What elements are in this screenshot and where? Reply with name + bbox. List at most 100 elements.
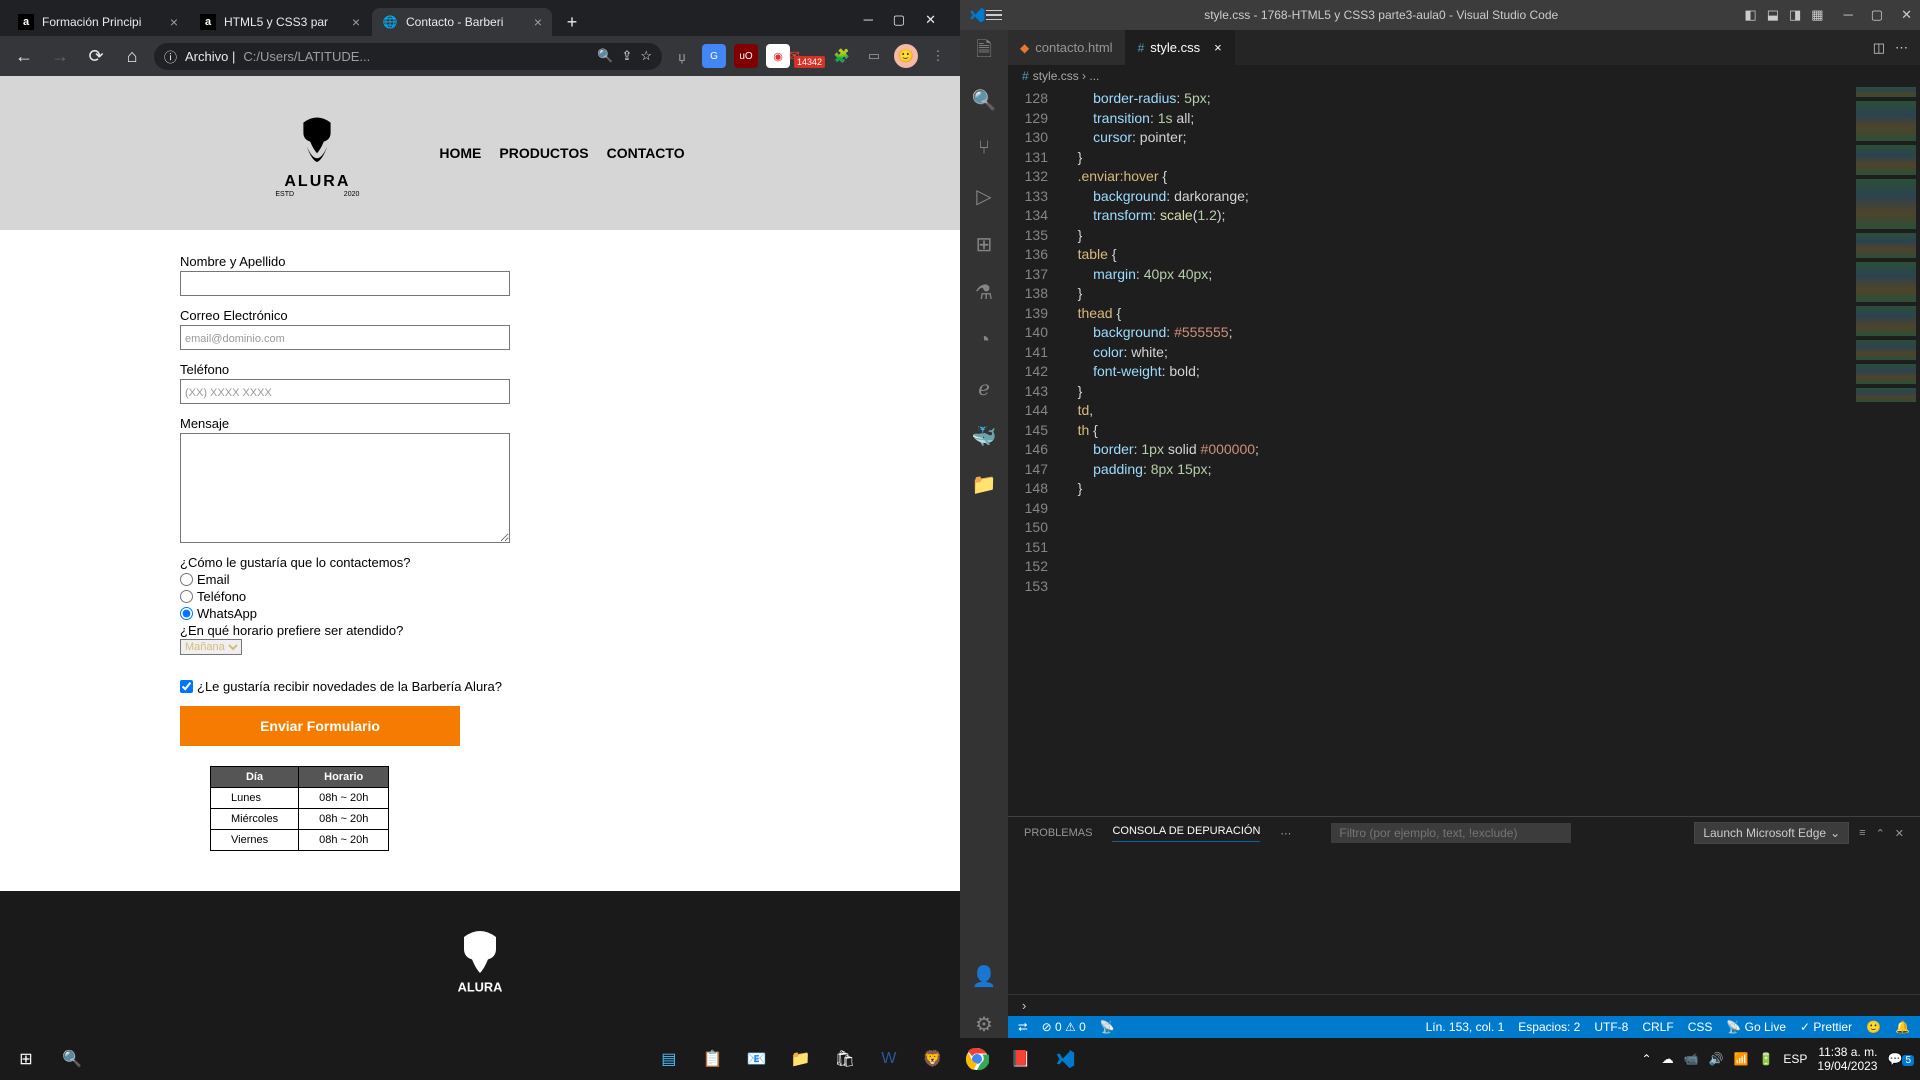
close-icon[interactable]: × <box>534 14 542 30</box>
puzzle-icon[interactable]: 🧩 <box>830 44 854 68</box>
store-icon[interactable]: 🛍 <box>825 1039 865 1079</box>
email-input[interactable] <box>180 325 510 350</box>
address-bar[interactable]: ⓘ Archivo | C:/Users/LATITUDE... 🔍 ⇪ ☆ <box>154 43 662 70</box>
taskbar-app-icon[interactable]: 📋 <box>693 1039 733 1079</box>
collapse-icon[interactable]: ⌃ <box>1876 827 1885 840</box>
nav-contacto[interactable]: CONTACTO <box>607 145 685 161</box>
language-indicator[interactable]: ESP <box>1783 1052 1807 1066</box>
status-errors[interactable]: ⊘ 0 ⚠ 0 <box>1042 1020 1086 1034</box>
tray-chevron-icon[interactable]: ⌃ <box>1642 1052 1652 1066</box>
radio-tower-icon[interactable]: 📡 <box>1100 1020 1115 1034</box>
schedule-select[interactable]: Mañana <box>180 639 242 655</box>
reading-list-icon[interactable]: ▭ <box>862 44 886 68</box>
browser-tab-1[interactable]: a Formación Principi × <box>8 8 188 36</box>
chevron-right-icon[interactable]: › <box>1022 998 1026 1013</box>
tab-consola[interactable]: CONSOLA DE DEPURACIÓN <box>1112 825 1260 842</box>
close-tab-icon[interactable]: × <box>1214 40 1222 55</box>
test-icon[interactable]: ⚗ <box>970 278 998 306</box>
more-icon[interactable]: ⋯ <box>1280 827 1291 840</box>
source-control-icon[interactable]: ⑂ <box>970 134 998 162</box>
radio-email[interactable] <box>180 573 193 586</box>
back-button[interactable]: ← <box>10 42 38 70</box>
translate-ext-icon[interactable]: G <box>702 44 726 68</box>
minimize-icon[interactable]: ─ <box>864 12 873 28</box>
settings-gear-icon[interactable]: ⚙ <box>970 1010 998 1038</box>
clear-icon[interactable]: ≡ <box>1859 827 1865 839</box>
extension-icon[interactable]: ◉ <box>766 44 790 68</box>
file-explorer-icon[interactable]: 📁 <box>781 1039 821 1079</box>
bell-icon[interactable]: 🔔 <box>1895 1020 1910 1034</box>
editor-tab-style-active[interactable]: # style.css × <box>1126 30 1235 65</box>
word-icon[interactable]: W <box>869 1039 909 1079</box>
new-tab-button[interactable]: + <box>558 8 586 36</box>
liveshare-icon[interactable]: ◔ <box>970 326 998 354</box>
close-panel-icon[interactable]: ✕ <box>1895 827 1904 840</box>
prettier-status[interactable]: ✓ Prettier <box>1800 1020 1852 1034</box>
panel-left-icon[interactable]: ◧ <box>1744 7 1756 23</box>
search-in-page-icon[interactable]: 🔍 <box>597 48 613 64</box>
close-window-icon[interactable]: ✕ <box>925 12 936 28</box>
close-icon[interactable]: ✕ <box>1901 7 1912 23</box>
acrobat-icon[interactable]: 📕 <box>1001 1039 1041 1079</box>
panel-right-icon[interactable]: ◨ <box>1789 7 1801 23</box>
run-debug-icon[interactable]: ▷ <box>970 182 998 210</box>
reload-button[interactable]: ⟳ <box>82 42 110 70</box>
extension-icon[interactable]: џ <box>670 44 694 68</box>
docker-icon[interactable]: 🐳 <box>970 422 998 450</box>
nav-productos[interactable]: PRODUCTOS <box>499 145 588 161</box>
wifi-icon[interactable]: 📶 <box>1734 1052 1749 1066</box>
submit-button[interactable]: Enviar Formulario <box>180 706 460 746</box>
close-icon[interactable]: × <box>170 14 178 30</box>
maximize-icon[interactable]: ▢ <box>893 12 905 28</box>
phone-input[interactable] <box>180 379 510 404</box>
radio-telefono[interactable] <box>180 590 193 603</box>
newsletter-checkbox[interactable] <box>180 680 193 693</box>
status-encoding[interactable]: UTF-8 <box>1594 1020 1628 1034</box>
layout-icon[interactable]: ▦ <box>1811 7 1823 23</box>
minimize-icon[interactable]: ─ <box>1844 7 1853 23</box>
edge-icon[interactable]: ℯ <box>970 374 998 402</box>
tab-problemas[interactable]: PROBLEMAS <box>1024 827 1092 839</box>
status-line[interactable]: Lín. 153, col. 1 <box>1426 1020 1505 1034</box>
feedback-icon[interactable]: 🙂 <box>1866 1020 1881 1034</box>
code-content[interactable]: border-radius: 5px; transition: 1s all; … <box>1062 87 1840 816</box>
taskbar-app-icon[interactable]: ▤ <box>649 1039 689 1079</box>
project-icon[interactable]: 📁 <box>970 470 998 498</box>
ublock-ext-icon[interactable]: uO <box>734 44 758 68</box>
name-input[interactable] <box>180 271 510 296</box>
search-button[interactable]: 🔍 <box>52 1039 92 1079</box>
editor-tab-contacto[interactable]: ◆ contacto.html <box>1008 30 1126 65</box>
status-spaces[interactable]: Espacios: 2 <box>1518 1020 1580 1034</box>
outlook-icon[interactable]: 📧 <box>737 1039 777 1079</box>
search-icon[interactable]: 🔍 <box>970 86 998 114</box>
status-lang[interactable]: CSS <box>1688 1020 1713 1034</box>
clock[interactable]: 11:38 a. m. 19/04/2023 <box>1817 1045 1877 1073</box>
status-eol[interactable]: CRLF <box>1642 1020 1673 1034</box>
info-icon[interactable]: ⓘ <box>164 47 177 66</box>
more-icon[interactable]: ⋯ <box>1895 40 1908 56</box>
share-icon[interactable]: ⇪ <box>621 48 632 64</box>
onedrive-icon[interactable]: ☁ <box>1662 1052 1674 1066</box>
page-content[interactable]: ALURA ESTD2020 HOME PRODUCTOS CONTACTO N… <box>0 76 960 1038</box>
split-editor-icon[interactable]: ◫ <box>1873 40 1885 56</box>
panel-bottom-icon[interactable]: ⬓ <box>1767 7 1779 23</box>
home-button[interactable]: ⌂ <box>118 42 146 70</box>
browser-tab-2[interactable]: a HTML5 y CSS3 par × <box>190 8 370 36</box>
forward-button[interactable]: → <box>46 42 74 70</box>
account-icon[interactable]: 👤 <box>970 962 998 990</box>
close-icon[interactable]: × <box>352 14 360 30</box>
nav-home[interactable]: HOME <box>439 145 481 161</box>
vscode-taskbar-icon[interactable] <box>1045 1039 1085 1079</box>
chrome-icon[interactable] <box>957 1039 997 1079</box>
breadcrumb[interactable]: # style.css › ... <box>1008 65 1920 87</box>
radio-whatsapp[interactable] <box>180 607 193 620</box>
menu-icon[interactable]: ⋮ <box>926 44 950 68</box>
battery-icon[interactable]: 🔋 <box>1758 1052 1773 1066</box>
go-live-button[interactable]: 📡 Go Live <box>1726 1020 1786 1034</box>
panel-body[interactable] <box>1008 849 1920 994</box>
filter-input[interactable] <box>1331 823 1571 843</box>
code-editor[interactable]: 1281291301311321331341351361371381391401… <box>1008 87 1920 816</box>
extensions-icon[interactable]: ⊞ <box>970 230 998 258</box>
explorer-icon[interactable]: 🗎 <box>970 38 998 66</box>
maximize-icon[interactable]: ▢ <box>1871 7 1883 23</box>
